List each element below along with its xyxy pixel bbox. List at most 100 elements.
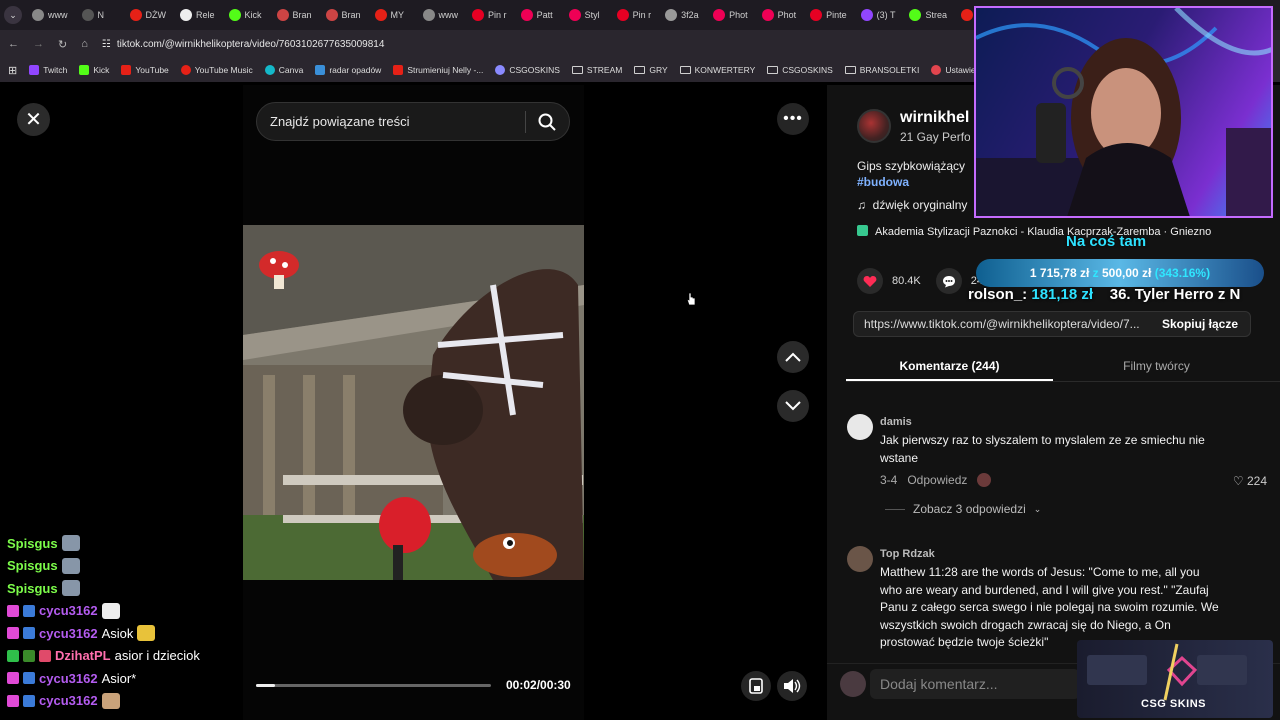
bookmark-folder-csgoskins[interactable]: CSGOSKINS [767,65,833,75]
panel-tabs: Komentarze (244) Filmy twórcy [846,352,1280,382]
browser-tab[interactable]: N [78,3,120,27]
vip-badge-icon [23,627,35,640]
twitch-icon [860,9,873,21]
bookmark-folder-bransoletki[interactable]: BRANSOLETKI [844,65,919,75]
browser-tab[interactable]: Pin r [613,3,656,27]
video-progress-bar[interactable] [256,684,491,687]
browser-tab[interactable]: Phot [758,3,801,27]
volume-button[interactable] [777,671,807,701]
heart-outline-icon: ♡ [1232,474,1247,488]
replies-line [885,508,905,510]
vip-badge-icon [23,672,35,685]
tab-creator-videos[interactable]: Filmy twórcy [1053,352,1260,381]
commenter-name[interactable]: damis [880,416,912,428]
browser-tab[interactable]: Strea [905,3,951,27]
search-icon[interactable] [537,112,557,132]
chevron-up-icon [785,352,801,362]
author-name[interactable]: wirnikheli [900,109,970,127]
see-replies-button[interactable]: Zobacz 3 odpowiedzi ⌄ [885,502,1041,516]
bookmark-kick[interactable]: Kick [79,65,109,75]
bookmark-youtube-music[interactable]: YouTube Music [180,65,253,75]
youtube-icon [121,65,132,75]
back-icon[interactable]: ← [8,38,19,50]
tab-comments[interactable]: Komentarze (244) [846,352,1053,381]
browser-tab[interactable]: Bran [322,3,365,27]
chat-username: Spisgus [7,558,58,574]
chat-text: Asiok [101,625,134,641]
browser-tab[interactable]: Phot [709,3,752,27]
browser-tab[interactable]: MY [371,3,413,27]
author-avatar[interactable] [857,109,891,143]
folder-icon [634,66,646,74]
commenter-name[interactable]: Top Rdzak [880,548,935,560]
favicon-icon [81,9,94,21]
chat-message: Spisgus [0,555,243,578]
bookmark-folder-stream[interactable]: STREAM [571,65,622,75]
commenter-avatar[interactable] [847,546,873,572]
reply-button[interactable]: Odpowiedz [907,473,967,487]
subscriber-badge-icon [7,627,19,640]
browser-tab[interactable]: Styl [565,3,607,27]
browser-tab[interactable]: (3) T [857,3,900,27]
browser-tab[interactable]: Patt [517,3,559,27]
like-button[interactable] [857,268,883,294]
bookmark-stream[interactable]: Strumieniuj Nelly -... [393,65,483,75]
close-button[interactable]: ✕ [17,103,50,136]
folder-icon [844,66,856,74]
browser-tab[interactable]: www [419,3,463,27]
site-info-icon[interactable]: ☷ [102,39,111,50]
favicon-icon [568,9,581,21]
previous-video-button[interactable] [777,341,809,373]
related-search-input[interactable]: Znajdź powiązane treści [256,102,570,141]
more-icon: ••• [783,110,803,127]
apps-grid-icon[interactable]: ⊞ [8,64,17,77]
more-options-button[interactable]: ••• [777,103,809,135]
browser-tab[interactable]: Pin r [468,3,511,27]
comment-date: 3-4 [880,473,898,487]
author-subtitle: 21 Gay Perfo [900,130,970,144]
post-hashtag[interactable]: #budowa [857,175,909,189]
bookmark-radar[interactable]: radar opadów [315,65,381,75]
video-frame[interactable] [243,225,584,580]
browser-tab[interactable]: 3f2a [661,3,703,27]
browser-tab[interactable]: DŻW [126,3,171,27]
comment-button[interactable] [935,268,962,294]
browser-tab[interactable]: Rele [176,3,219,27]
forward-icon[interactable]: → [33,38,44,50]
floating-player-button[interactable] [741,671,771,701]
bookmark-twitch[interactable]: Twitch [29,65,67,75]
next-video-button[interactable] [777,390,809,422]
bookmark-canva[interactable]: Canva [264,65,303,75]
add-comment-input[interactable]: Dodaj komentarz... [870,669,1080,699]
youtube-icon [129,9,142,21]
tab-search-button[interactable]: ⌄ [4,6,22,24]
share-link-field[interactable]: https://www.tiktok.com/@wirnikhelikopter… [853,311,1251,337]
bookmark-csgoskins[interactable]: CSGOSKINS [495,65,560,75]
bookmark-folder-gry[interactable]: GRY [634,65,668,75]
post-location[interactable]: Akademia Stylizacji Paznokci - Klaudia K… [857,225,1211,238]
post-music[interactable]: ♫ dźwięk oryginalny [857,198,972,212]
browser-tab[interactable]: www [28,3,72,27]
goal-percent: (343.16%) [1154,266,1211,280]
sponsor-name: CSG SKINS [1141,698,1207,710]
location-text: Akademia Stylizacji Paznokci - Klaudia K… [875,226,1212,238]
reload-icon[interactable]: ↻ [58,38,67,51]
browser-tab[interactable]: Pinte [806,3,851,27]
comment-likes[interactable]: ♡ 224 [1233,474,1267,488]
chat-message: cycu3162 [0,690,243,713]
browser-tab[interactable]: Kick [225,3,267,27]
home-icon[interactable]: ⌂ [81,38,88,50]
copy-link-button[interactable]: Skopiuj łącze [1162,317,1238,331]
bookmark-folder-konwertery[interactable]: KONWERTERY [679,65,755,75]
engagement-row: 80.4K 24 [857,268,983,294]
chat-username: Spisgus [7,535,58,551]
favicon-icon [276,9,289,21]
url-field[interactable]: ☷ tiktok.com/@wirnikhelikoptera/video/76… [102,39,385,50]
bookmark-youtube[interactable]: YouTube [121,65,169,75]
commenter-avatar[interactable] [847,414,873,440]
leaf-badge-icon [23,649,35,662]
chat-message: cycu3162 [0,600,243,623]
browser-tab[interactable]: Bran [273,3,316,27]
emote-icon [101,602,120,619]
my-avatar [840,671,866,697]
